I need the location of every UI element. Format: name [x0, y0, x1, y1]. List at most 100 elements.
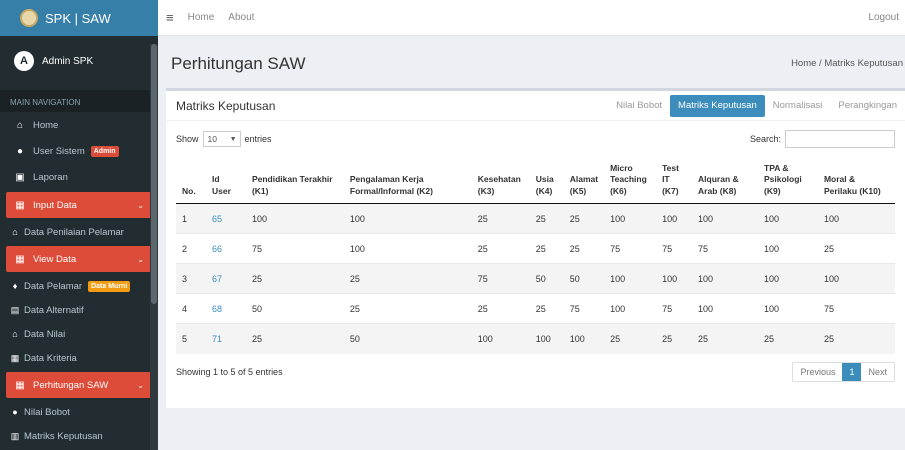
column-header[interactable]: Alquran & Arab (K8): [692, 157, 758, 205]
user-panel: A Admin SPK: [0, 36, 158, 86]
sidebar-item-input-data[interactable]: ▦ Input Data ⌄: [6, 192, 152, 218]
sidebar-item-label: Laporan: [33, 171, 68, 183]
user-id-link[interactable]: 65: [205, 203, 246, 234]
sidebar-item-data-pelamar[interactable]: ♦ Data Pelamar Data Murni: [0, 274, 158, 298]
sidebar-item-nilai-bobot[interactable]: ● Nilai Bobot: [0, 400, 158, 424]
box-title: Matriks Keputusan: [176, 98, 276, 113]
table-row: 4 68 50 25 25 25 75 100 75 100 100 75: [176, 293, 895, 324]
sidebar-item-home[interactable]: ⌂ Home: [0, 112, 158, 138]
chevron-down-icon: ⌄: [137, 200, 144, 210]
brand[interactable]: SPK | SAW: [0, 0, 158, 36]
user-id-link[interactable]: 68: [205, 293, 246, 324]
sidebar-item-data-nilai[interactable]: ⌂ Data Nilai: [0, 322, 158, 346]
bank-icon: ⌂: [12, 227, 18, 237]
table-cell: 25: [245, 263, 344, 294]
table-cell: 25: [817, 233, 895, 264]
table-cell: 100: [692, 263, 758, 294]
sidebar-item-view-data[interactable]: ▦ View Data ⌄: [6, 246, 152, 272]
user-id-link[interactable]: 71: [205, 323, 246, 354]
column-header[interactable]: Test IT (K7): [656, 157, 693, 205]
column-header[interactable]: TPA & Psikologi (K9): [758, 157, 818, 205]
column-header[interactable]: Micro Teaching (K6): [604, 157, 657, 205]
table-cell: 100: [758, 263, 818, 294]
tab-nilai-bobot[interactable]: Nilai Bobot: [608, 95, 670, 117]
sidebar-item-data-alternatif[interactable]: ▤ Data Alternatif: [0, 298, 158, 322]
column-header[interactable]: Id User: [205, 157, 246, 205]
sidebar-item-label: Nilai Bobot: [24, 406, 70, 418]
table-cell: 25: [692, 323, 758, 354]
sidebar-item-label: Home: [33, 119, 59, 131]
nav-about-link[interactable]: About: [228, 12, 254, 23]
chevron-down-icon: ⌄: [137, 380, 144, 390]
user-id-link[interactable]: 66: [205, 233, 246, 264]
table-cell: 25: [529, 203, 564, 234]
sidebar-item-label: Matriks Keputusan: [24, 430, 103, 442]
calculator-icon: ▦: [10, 352, 20, 363]
sidebar-item-laporan[interactable]: ▣ Laporan: [0, 164, 158, 190]
table-cell: 25: [604, 323, 657, 354]
sidebar-item-perhitungan-saw[interactable]: ▦ Perhitungan SAW ⌄: [6, 372, 152, 398]
sidebar-scrollbar[interactable]: [150, 44, 158, 450]
sidebar-item-data-kriteria[interactable]: ▦ Data Kriteria: [0, 346, 158, 370]
table-cell: 2: [176, 233, 206, 264]
tab-perangkingan[interactable]: Perangkingan: [830, 95, 905, 117]
next-button[interactable]: Next: [861, 363, 894, 381]
column-header[interactable]: Pengalaman Kerja Formal/Informal (K2): [343, 157, 472, 205]
sidebar-item-label: Data Nilai: [24, 328, 66, 340]
entries-select[interactable]: 10 ▼: [202, 131, 241, 147]
tab-matriks-keputusan[interactable]: Matriks Keputusan: [670, 94, 765, 117]
sidebar-item-label: Data Alternatif: [24, 304, 84, 316]
sidebar-item-matriks-keputusan[interactable]: ▥ Matriks Keputusan: [0, 424, 158, 448]
caret-down-icon: ▼: [229, 135, 237, 143]
previous-button[interactable]: Previous: [793, 363, 842, 381]
table-cell: 100: [758, 293, 818, 324]
table-cell: 100: [604, 263, 657, 294]
chevron-down-icon: ⌄: [137, 254, 144, 264]
show-label: Show: [176, 134, 199, 144]
calculator-icon: ▦: [15, 379, 25, 391]
bar-chart-icon: ▥: [10, 430, 20, 441]
sidebar-item-user-sistem[interactable]: ● User Sistem Admin: [0, 138, 158, 164]
sidebar-item-label: Data Kriteria: [24, 352, 77, 364]
table-cell: 50: [245, 293, 344, 324]
table-cell: 100: [471, 323, 530, 354]
user-icon: ●: [12, 407, 18, 417]
column-header[interactable]: Pendidikan Terakhir (K1): [245, 157, 344, 205]
sidebar-item-data-penilaian-pelamar[interactable]: ⌂ Data Penilaian Pelamar: [0, 220, 158, 244]
table-cell: 100: [563, 323, 605, 354]
table-cell: 75: [245, 233, 344, 264]
data-murni-badge: Data Murni: [88, 280, 131, 292]
column-header[interactable]: Moral & Perilaku (K10): [817, 157, 895, 205]
search-label: Search:: [749, 134, 781, 144]
column-header[interactable]: Kesehatan (K3): [471, 157, 530, 205]
table-cell: 100: [604, 293, 657, 324]
table-row: 5 71 25 50 100 100 100 25 25 25 25 25: [176, 323, 895, 354]
menu-toggle-icon[interactable]: ≡: [166, 10, 174, 25]
user-id-link[interactable]: 67: [205, 263, 246, 294]
table-cell: 100: [758, 203, 818, 234]
image-icon: ▣: [15, 171, 25, 183]
user-name: Admin SPK: [42, 55, 94, 67]
top-navbar: ≡ Home About Logout: [158, 0, 905, 36]
page-1-button[interactable]: 1: [842, 362, 862, 381]
column-header[interactable]: Usia (K4): [529, 157, 564, 205]
page-title: Perhitungan SAW: [171, 54, 306, 73]
logout-link[interactable]: Logout: [868, 12, 899, 23]
table-cell: 25: [245, 323, 344, 354]
table-info: Showing 1 to 5 of 5 entries: [176, 366, 283, 377]
table-footer: Showing 1 to 5 of 5 entries Previous 1 N…: [166, 361, 905, 382]
nav-home-link[interactable]: Home: [188, 12, 215, 23]
table-cell: 50: [529, 263, 564, 294]
bank-icon: ⌂: [12, 329, 18, 339]
scrollbar-thumb[interactable]: [151, 44, 157, 304]
table-cell: 100: [817, 203, 895, 234]
edit-icon: ▦: [15, 199, 25, 211]
table-cell: 25: [758, 323, 818, 354]
search-input[interactable]: [785, 130, 895, 148]
table-header-row: No. Id User Pendidikan Terakhir (K1) Pengal…: [176, 157, 895, 205]
table-cell: 25: [817, 323, 895, 354]
content-box: Matriks Keputusan Nilai Bobot Matriks Ke…: [166, 88, 905, 408]
tab-normalisasi[interactable]: Normalisasi: [765, 95, 831, 117]
column-header[interactable]: No.: [176, 157, 206, 205]
column-header[interactable]: Alamat (K5): [563, 157, 605, 205]
